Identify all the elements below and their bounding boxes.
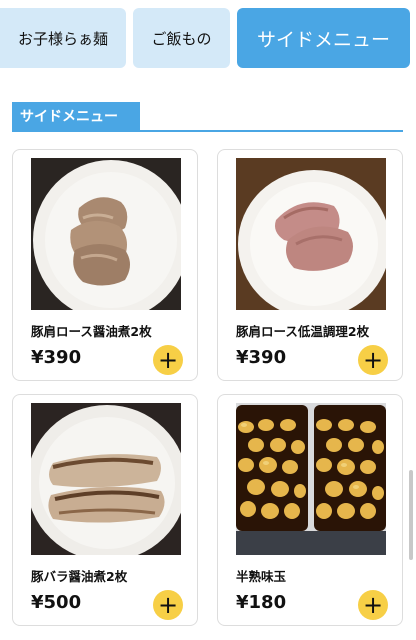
scrollbar[interactable] bbox=[409, 470, 413, 560]
product-card[interactable]: 半熟味玉 ¥180 + bbox=[217, 394, 403, 626]
plus-icon: + bbox=[157, 591, 179, 619]
plus-icon: + bbox=[157, 346, 179, 374]
product-photo bbox=[31, 158, 181, 310]
product-name: 豚バラ醤油煮2枚 bbox=[31, 569, 128, 584]
add-to-cart-button[interactable]: + bbox=[358, 345, 388, 375]
tab-rice-dishes[interactable]: ご飯もの bbox=[133, 8, 230, 68]
tab-kids-ramen[interactable]: お子様らぁ麺 bbox=[0, 8, 126, 68]
plus-icon: + bbox=[362, 346, 384, 374]
add-to-cart-button[interactable]: + bbox=[358, 590, 388, 620]
product-price: ¥390 bbox=[31, 347, 82, 368]
product-name: 豚肩ロース醤油煮2枚 bbox=[31, 324, 152, 339]
product-card[interactable]: 豚バラ醤油煮2枚 ¥500 + bbox=[12, 394, 198, 626]
product-price: ¥390 bbox=[236, 347, 287, 368]
add-to-cart-button[interactable]: + bbox=[153, 590, 183, 620]
product-price: ¥180 bbox=[236, 592, 287, 613]
plus-icon: + bbox=[362, 591, 384, 619]
product-card[interactable]: 豚肩ロース醤油煮2枚 ¥390 + bbox=[12, 149, 198, 381]
product-name: 豚肩ロース低温調理2枚 bbox=[236, 324, 370, 339]
product-photo bbox=[236, 403, 386, 555]
product-price: ¥500 bbox=[31, 592, 82, 613]
product-name: 半熟味玉 bbox=[236, 569, 287, 584]
tab-side-menu[interactable]: サイドメニュー bbox=[237, 8, 410, 68]
section-title: サイドメニュー bbox=[12, 102, 140, 130]
category-tabs: お子様らぁ麺 ご飯もの サイドメニュー bbox=[0, 8, 416, 68]
product-card[interactable]: 豚肩ロース低温調理2枚 ¥390 + bbox=[217, 149, 403, 381]
product-photo bbox=[31, 403, 181, 555]
section-header: サイドメニュー bbox=[12, 102, 403, 132]
add-to-cart-button[interactable]: + bbox=[153, 345, 183, 375]
product-photo bbox=[236, 158, 386, 310]
